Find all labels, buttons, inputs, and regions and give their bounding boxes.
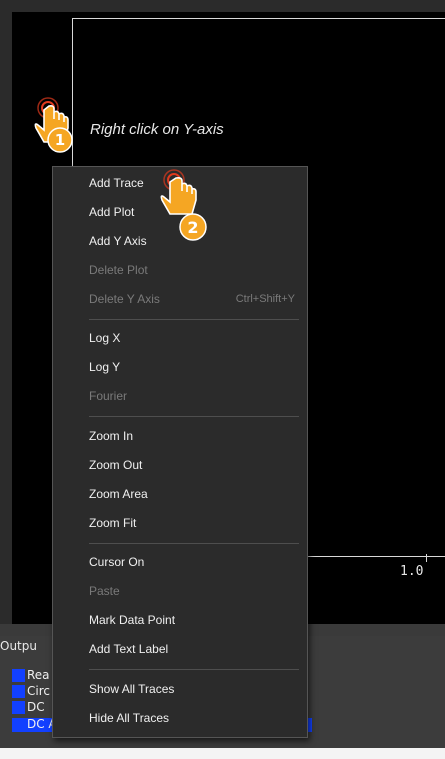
menu-item-cursor-on[interactable]: Cursor On bbox=[89, 552, 144, 572]
log-status-marker bbox=[12, 701, 25, 714]
svg-text:2: 2 bbox=[187, 218, 198, 237]
menu-separator bbox=[89, 669, 299, 670]
menu-item-fourier: Fourier bbox=[89, 389, 128, 403]
menu-separator bbox=[89, 319, 299, 320]
menu-item-log-x[interactable]: Log X bbox=[89, 328, 120, 348]
log-status-marker bbox=[12, 669, 25, 682]
menu-item-add-trace[interactable]: Add Trace bbox=[89, 173, 144, 193]
menu-item-zoom-out[interactable]: Zoom Out bbox=[89, 455, 142, 475]
output-panel-title: Outpu bbox=[0, 639, 37, 653]
x-tick-label: 1.0 bbox=[400, 564, 424, 579]
step-badge-icon: 1 bbox=[47, 127, 73, 153]
menu-item-add-text-label[interactable]: Add Text Label bbox=[89, 639, 168, 659]
instruction-text: Right click on Y-axis bbox=[90, 121, 224, 138]
menu-item-zoom-in[interactable]: Zoom In bbox=[89, 426, 133, 446]
menu-item-show-all-traces[interactable]: Show All Traces bbox=[89, 679, 174, 699]
menu-item-paste: Paste bbox=[89, 584, 120, 598]
menu-item-log-y[interactable]: Log Y bbox=[89, 357, 120, 377]
menu-separator bbox=[89, 416, 299, 417]
menu-item-delete-y-axis: Delete Y Axis bbox=[89, 292, 160, 306]
svg-text:1: 1 bbox=[55, 131, 65, 149]
x-axis-tick bbox=[426, 554, 427, 562]
log-status-marker bbox=[12, 685, 25, 698]
menu-item-zoom-area[interactable]: Zoom Area bbox=[89, 484, 148, 504]
menu-item-add-plot[interactable]: Add Plot bbox=[89, 202, 134, 222]
context-menu: Add Trace Add Plot Add Y Axis Delete Plo… bbox=[52, 166, 308, 738]
step-badge-icon: 2 bbox=[179, 213, 207, 241]
window-bottom-edge bbox=[0, 748, 445, 759]
shortcut-delete-y-axis: Ctrl+Shift+Y bbox=[235, 293, 295, 305]
menu-item-delete-plot: Delete Plot bbox=[89, 263, 148, 277]
menu-item-zoom-fit[interactable]: Zoom Fit bbox=[89, 513, 136, 533]
menu-item-hide-all-traces[interactable]: Hide All Traces bbox=[89, 708, 169, 728]
menu-item-mark-data-point[interactable]: Mark Data Point bbox=[89, 610, 175, 630]
menu-item-add-y-axis[interactable]: Add Y Axis bbox=[89, 231, 147, 251]
menu-separator bbox=[89, 543, 299, 544]
